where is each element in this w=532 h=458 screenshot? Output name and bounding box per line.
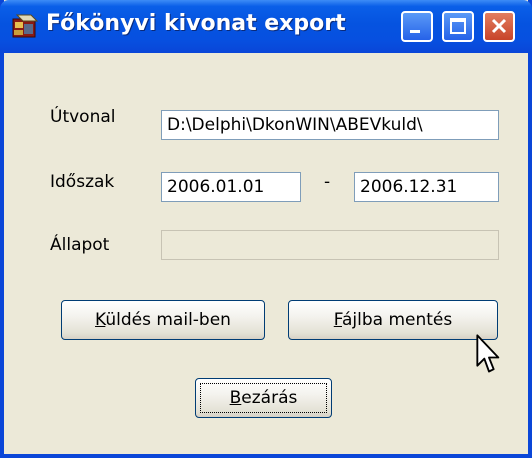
period-separator: - (324, 172, 331, 192)
close-icon (491, 18, 507, 34)
window-title: Főkönyvi kivonat export (46, 11, 346, 36)
path-field[interactable]: D:\Delphi\DkonWIN\ABEVkuld\ (161, 110, 499, 140)
close-accel: B (229, 388, 242, 408)
dialog-window: Főkönyvi kivonat export Útvonal D:\Delph… (0, 0, 532, 458)
save-to-file-label: ájlba mentés (341, 310, 453, 330)
period-from-field[interactable]: 2006.01.01 (161, 172, 301, 202)
status-label: Állapot (50, 235, 110, 255)
arrow-cursor-icon (476, 334, 500, 373)
send-mail-accel: K (95, 310, 106, 330)
period-label: Időszak (50, 172, 115, 192)
title-bar[interactable]: Főkönyvi kivonat export (0, 0, 532, 53)
minimize-icon (410, 30, 420, 33)
path-label: Útvonal (50, 107, 116, 127)
status-field (161, 230, 499, 260)
close-button[interactable]: Bezárás (195, 378, 332, 418)
send-mail-button[interactable]: Küldés mail-ben (61, 300, 265, 340)
close-window-button[interactable] (483, 11, 515, 42)
save-to-file-accel: F (333, 310, 342, 330)
minimize-button[interactable] (401, 11, 433, 42)
save-to-file-button[interactable]: Fájlba mentés (288, 300, 498, 340)
send-mail-label: üldés mail-ben (105, 310, 231, 330)
app-logo-icon[interactable] (11, 12, 39, 40)
maximize-icon (450, 18, 466, 34)
period-to-field[interactable]: 2006.12.31 (354, 172, 499, 202)
maximize-button[interactable] (442, 11, 474, 42)
close-label: ezárás (241, 388, 298, 408)
